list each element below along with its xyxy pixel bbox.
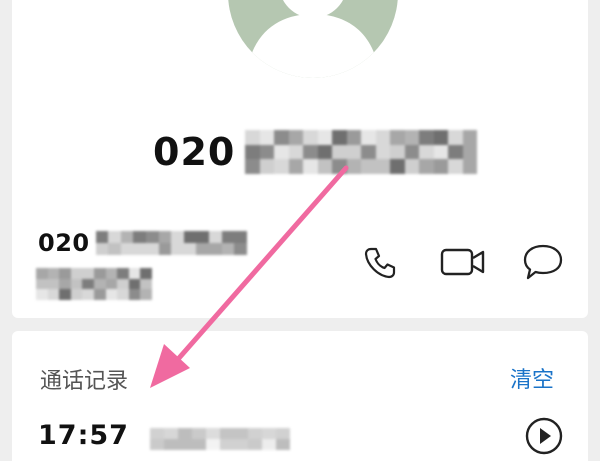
clear-call-log-button[interactable]: 清空	[510, 362, 554, 394]
call-log-title: 通话记录	[40, 369, 129, 394]
call-log-time: 17:57	[38, 420, 129, 451]
redacted-number-mosaic	[245, 130, 478, 174]
phone-icon[interactable]	[362, 245, 398, 281]
person-avatar-icon	[246, 0, 380, 78]
chat-bubble-icon[interactable]	[522, 243, 564, 281]
contact-header-number: 020	[153, 127, 478, 177]
play-icon[interactable]	[524, 416, 564, 456]
contact-avatar	[228, 0, 398, 78]
phone-number-row[interactable]: 020	[38, 228, 248, 258]
header-number-prefix: 020	[153, 130, 236, 174]
redacted-number-mosaic	[95, 231, 248, 255]
phone-number-prefix: 020	[38, 229, 90, 257]
redacted-location-mosaic	[36, 268, 152, 300]
redacted-call-details	[150, 428, 290, 450]
video-camera-icon[interactable]	[440, 246, 486, 278]
